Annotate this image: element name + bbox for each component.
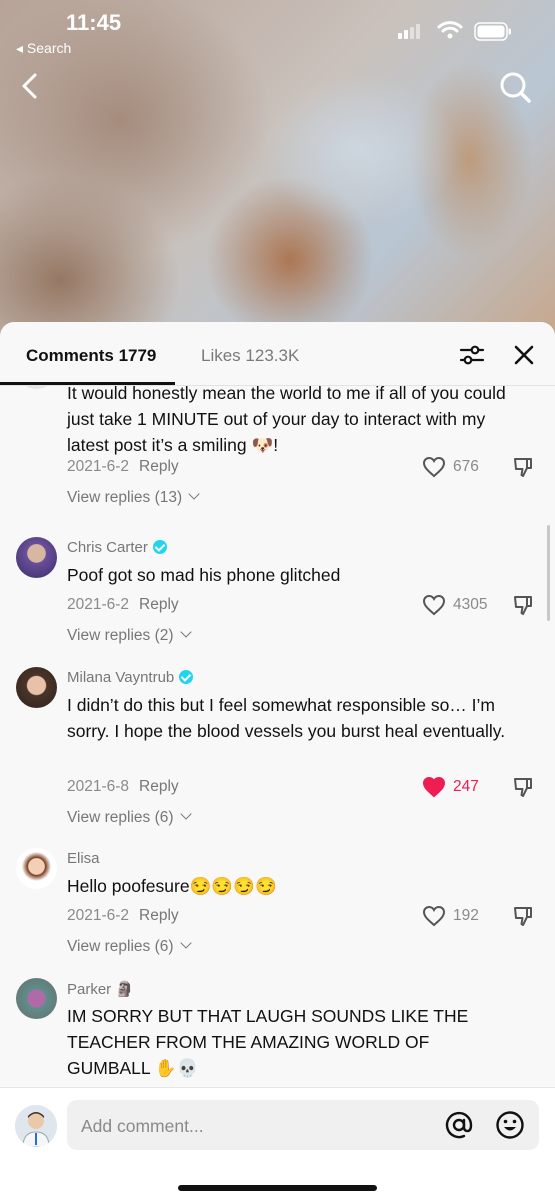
dislike-icon[interactable] [512,905,534,927]
dislike-icon[interactable] [512,594,534,616]
like-count: 247 [453,778,479,795]
author-name: Milana Vayntrub [67,669,175,686]
verified-badge-icon [152,540,167,554]
view-replies-label: View replies (6) [67,809,174,826]
comment-date: 2021-6-2 [67,458,130,475]
comment-date: 2021-6-2 [67,907,130,924]
avatar[interactable] [16,667,57,708]
dislike-icon[interactable] [512,456,534,478]
comment-author[interactable]: Chris Carter [67,539,167,556]
comment-text: Poof got so mad his phone glitched [67,565,341,585]
close-icon[interactable] [513,344,535,366]
verified-badge-icon [179,670,194,684]
like-count: 192 [453,907,479,924]
tab-likes[interactable]: Likes 123.3K [201,346,299,366]
comment-author[interactable]: Milana Vayntrub [67,669,194,686]
comment-author[interactable]: Parker 🗿 [67,980,134,998]
comment-meta: 2021-6-2 Reply [67,458,179,476]
comment-date: 2021-6-8 [67,778,130,795]
back-to-app[interactable]: ◂ Search [16,40,71,57]
comments-sheet: Comments 1779 Likes 123.3K It would hone… [0,322,555,1200]
avatar[interactable] [16,848,57,889]
battery-icon [474,22,511,41]
author-name: Elisa [67,850,100,867]
view-replies-button[interactable]: View replies (6) [67,808,192,827]
author-name: Chris Carter [67,539,148,556]
avatar[interactable] [16,537,57,578]
comment-composer [0,1087,555,1201]
tab-bar: Comments 1779 Likes 123.3K [0,322,555,386]
view-replies-button[interactable]: View replies (6) [67,937,192,956]
view-replies-label: View replies (13) [67,489,183,506]
heart-icon[interactable] [422,456,446,478]
comment-list[interactable]: It would honestly mean the world to me i… [0,386,555,1088]
view-replies-label: View replies (2) [67,627,174,644]
view-replies-button[interactable]: View replies (13) [67,488,200,507]
comment-meta: 2021-6-2 Reply [67,596,179,614]
dislike-icon[interactable] [512,776,534,798]
tab-comments[interactable]: Comments 1779 [26,346,156,366]
comment-input-box[interactable] [67,1100,539,1150]
emoji-icon[interactable] [495,1110,525,1140]
status-bar: 11:45 ◂ Search [0,0,555,70]
chevron-down-icon [179,937,192,949]
view-replies-button[interactable]: View replies (2) [67,626,192,645]
like-count: 676 [453,458,479,475]
signal-icon [398,24,420,39]
search-icon[interactable] [498,70,532,104]
avatar[interactable] [16,386,57,389]
reply-button[interactable]: Reply [139,907,179,924]
current-user-avatar[interactable] [15,1105,57,1147]
view-replies-label: View replies (6) [67,938,174,955]
comment-text: It would honestly mean the world to me i… [67,386,506,455]
back-icon[interactable] [16,72,44,100]
heart-icon[interactable] [422,905,446,927]
filter-icon[interactable] [459,342,485,368]
comment-text: IM SORRY BUT THAT LAUGH SOUNDS LIKE THE … [67,1006,469,1078]
status-time: 11:45 [66,10,122,35]
comment-text: I didn’t do this but I feel somewhat res… [67,695,506,741]
reply-button[interactable]: Reply [139,778,179,795]
active-tab-indicator [0,382,175,385]
heart-icon[interactable] [422,594,446,616]
reply-button[interactable]: Reply [139,596,179,613]
like-count: 4305 [453,596,488,613]
wifi-icon [437,21,463,39]
at-icon[interactable] [444,1110,474,1140]
comment-date: 2021-6-2 [67,596,130,613]
comment-author[interactable]: Elisa [67,850,100,867]
comment-text: Hello poofesure😏😏😏😏 [67,876,277,896]
scrollbar[interactable] [547,525,550,621]
back-app-label: Search [26,40,72,56]
chevron-down-icon [188,488,200,500]
avatar[interactable] [16,978,57,1019]
author-name: Parker 🗿 [67,981,135,998]
reply-button[interactable]: Reply [139,458,179,475]
chevron-down-icon [179,626,192,638]
heart-icon[interactable] [422,776,446,798]
chevron-down-icon [179,808,192,820]
comment-meta: 2021-6-8 Reply [67,778,179,796]
home-indicator[interactable] [178,1185,377,1191]
comment-input[interactable] [79,1110,423,1142]
user-avatar-image [15,1105,57,1147]
comment-meta: 2021-6-2 Reply [67,907,179,925]
